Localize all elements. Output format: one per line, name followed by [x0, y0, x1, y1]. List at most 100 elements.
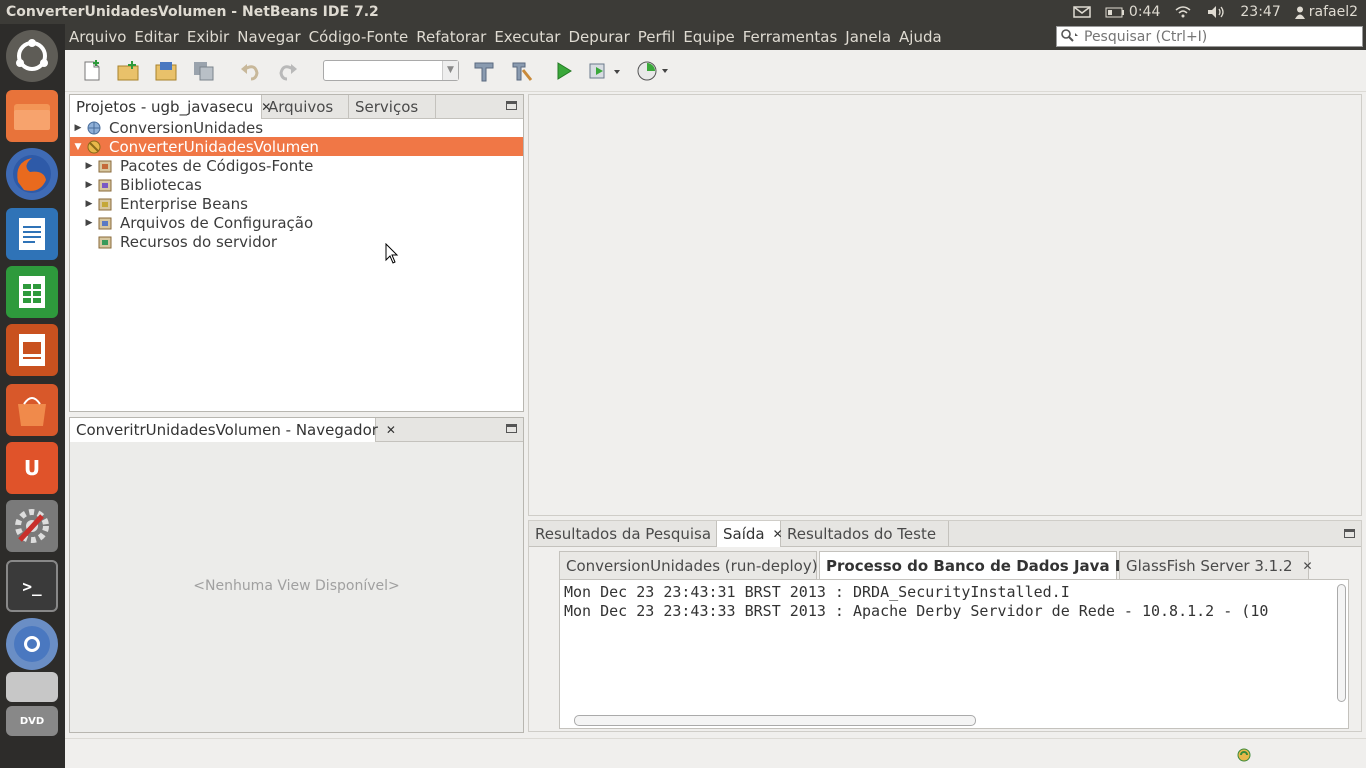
user-icon: [1294, 6, 1305, 19]
collapse-icon[interactable]: ▼: [73, 142, 83, 152]
dash-icon[interactable]: [6, 30, 58, 82]
output-tab-row: Resultados da Pesquisa Saída ✕ Resultados…: [529, 521, 1361, 547]
search-icon: [1057, 28, 1080, 46]
subtab-java-db[interactable]: Processo do Banco de Dados Java DB✕: [819, 551, 1159, 579]
tree-item-converterunidadesvolumen[interactable]: ▼ ConverterUnidadesVolumen: [70, 137, 523, 156]
menu-editar[interactable]: Editar: [130, 28, 182, 46]
subtab-glassfish[interactable]: GlassFish Server 3.1.2 ✕: [1119, 551, 1313, 579]
mail-icon[interactable]: [1073, 6, 1091, 18]
tree-item-conversionunidades[interactable]: ▶ ConversionUnidades: [70, 118, 523, 137]
configuration-combo[interactable]: ▼: [323, 60, 459, 81]
menu-equipe[interactable]: Equipe: [679, 28, 738, 46]
chromium-icon[interactable]: [6, 618, 58, 670]
user-menu[interactable]: rafael2: [1294, 4, 1358, 20]
tab-resultados-teste[interactable]: Resultados do Teste: [781, 521, 949, 547]
tree-item-enterprise-beans[interactable]: ▶ Enterprise Beans: [70, 194, 523, 213]
menu-perfil[interactable]: Perfil: [634, 28, 680, 46]
update-notification-icon[interactable]: [1237, 748, 1251, 762]
expand-icon[interactable]: ▶: [73, 123, 83, 133]
menu-refatorar[interactable]: Refatorar: [412, 28, 490, 46]
tree-item-label: Pacotes de Códigos-Fonte: [120, 156, 314, 175]
tab-projetos[interactable]: Projetos - ugb_javasecu ✕: [70, 95, 271, 119]
tree-item-label: Bibliotecas: [120, 175, 202, 194]
menu-ferramentas[interactable]: Ferramentas: [739, 28, 842, 46]
files-icon[interactable]: [6, 90, 58, 142]
navigator-panel: ConveritrUnidadesVolumen - Navegador ✕ <N…: [69, 417, 524, 733]
tab-saida[interactable]: Saída ✕: [717, 521, 783, 547]
beans-icon: [98, 197, 112, 211]
tab-servicos[interactable]: Serviços: [349, 95, 436, 119]
dvd-icon[interactable]: DVD: [6, 706, 58, 736]
tree-item-recursos-servidor[interactable]: Recursos do servidor: [70, 232, 523, 251]
tab-arquivos-label: Arquivos: [268, 98, 334, 116]
menu-arquivo[interactable]: Arquivo: [65, 28, 130, 46]
new-project-icon[interactable]: [115, 58, 141, 84]
terminal-icon[interactable]: >_: [6, 560, 58, 612]
build-icon[interactable]: [471, 58, 497, 84]
output-console[interactable]: Mon Dec 23 23:43:31 BRST 2013 : DRDA_Sec…: [559, 579, 1349, 729]
window-title: ConverterUnidadesVolumen - NetBeans IDE …: [6, 4, 379, 20]
projects-tab-row: Projetos - ugb_javasecu ✕ Arquivos Serviç…: [70, 95, 523, 119]
tab-resultados-pesquisa[interactable]: Resultados da Pesquisa: [529, 521, 717, 547]
output-subtab-row: ConversionUnidades (run-deploy)✕ Process…: [559, 551, 1341, 579]
run-icon[interactable]: [551, 58, 577, 84]
menu-depurar[interactable]: Depurar: [564, 28, 633, 46]
minimize-icon[interactable]: [506, 101, 517, 110]
expand-icon[interactable]: ▶: [84, 199, 94, 209]
vertical-scrollbar[interactable]: [1337, 584, 1346, 702]
menu-ajuda[interactable]: Ajuda: [895, 28, 946, 46]
console-line: Mon Dec 23 23:43:31 BRST 2013 : DRDA_Sec…: [564, 583, 1070, 601]
redo-icon[interactable]: [275, 58, 301, 84]
clock[interactable]: 23:47: [1240, 4, 1280, 20]
menu-executar[interactable]: Executar: [490, 28, 564, 46]
system-settings-icon[interactable]: [6, 500, 58, 552]
minimize-icon[interactable]: [506, 424, 517, 433]
firefox-icon[interactable]: [6, 148, 58, 200]
battery-indicator[interactable]: 0:44: [1105, 4, 1160, 20]
expand-icon[interactable]: ▶: [84, 218, 94, 228]
clean-build-icon[interactable]: [509, 58, 535, 84]
menu-codigo-fonte[interactable]: Código-Fonte: [305, 28, 413, 46]
new-file-icon[interactable]: [79, 58, 105, 84]
server-resources-icon: [98, 235, 112, 249]
menu-navegar[interactable]: Navegar: [233, 28, 304, 46]
menu-exibir[interactable]: Exibir: [183, 28, 233, 46]
volume-icon[interactable]: [1206, 5, 1226, 19]
config-files-icon: [98, 216, 112, 230]
tree-item-bibliotecas[interactable]: ▶ Bibliotecas: [70, 175, 523, 194]
quick-search[interactable]: [1056, 26, 1363, 47]
expand-icon[interactable]: ▶: [84, 180, 94, 190]
tree-item-arquivos-configuracao[interactable]: ▶ Arquivos de Configuração: [70, 213, 523, 232]
calc-icon[interactable]: [6, 266, 58, 318]
debug-icon[interactable]: [587, 58, 623, 84]
tab-label: Resultados do Teste: [787, 525, 937, 543]
chevron-down-icon: ▼: [442, 61, 458, 80]
battery-icon: [1105, 7, 1124, 17]
expand-icon[interactable]: ▶: [84, 161, 94, 171]
open-project-icon[interactable]: [153, 58, 179, 84]
impress-icon[interactable]: [6, 324, 58, 376]
top-panel: ConverterUnidadesVolumen - NetBeans IDE …: [0, 0, 1366, 24]
undo-icon[interactable]: [237, 58, 263, 84]
tree-item-pacotes[interactable]: ▶ Pacotes de Códigos-Fonte: [70, 156, 523, 175]
tab-projetos-label: Projetos - ugb_javasecu: [76, 98, 254, 116]
software-center-icon[interactable]: [6, 384, 58, 436]
stacked-apps-icon[interactable]: [6, 672, 58, 702]
wifi-icon[interactable]: [1174, 5, 1192, 19]
editor-area: [528, 94, 1362, 516]
menu-janela[interactable]: Janela: [841, 28, 895, 46]
minimize-icon[interactable]: [1344, 529, 1355, 538]
tree-item-label: Arquivos de Configuração: [120, 213, 314, 232]
writer-icon[interactable]: [6, 208, 58, 260]
mouse-cursor-icon: [385, 243, 399, 264]
save-all-icon[interactable]: [191, 58, 217, 84]
tab-arquivos[interactable]: Arquivos: [262, 95, 349, 119]
horizontal-scrollbar[interactable]: [574, 715, 976, 726]
close-icon[interactable]: ✕: [1303, 559, 1313, 573]
ubuntu-one-icon[interactable]: U: [6, 442, 58, 494]
profile-icon[interactable]: [635, 58, 671, 84]
subtab-run-deploy[interactable]: ConversionUnidades (run-deploy)✕: [559, 551, 838, 579]
search-input[interactable]: [1080, 28, 1350, 45]
tab-navegador[interactable]: ConveritrUnidadesVolumen - Navegador ✕: [70, 418, 396, 442]
close-icon[interactable]: ✕: [386, 423, 396, 437]
